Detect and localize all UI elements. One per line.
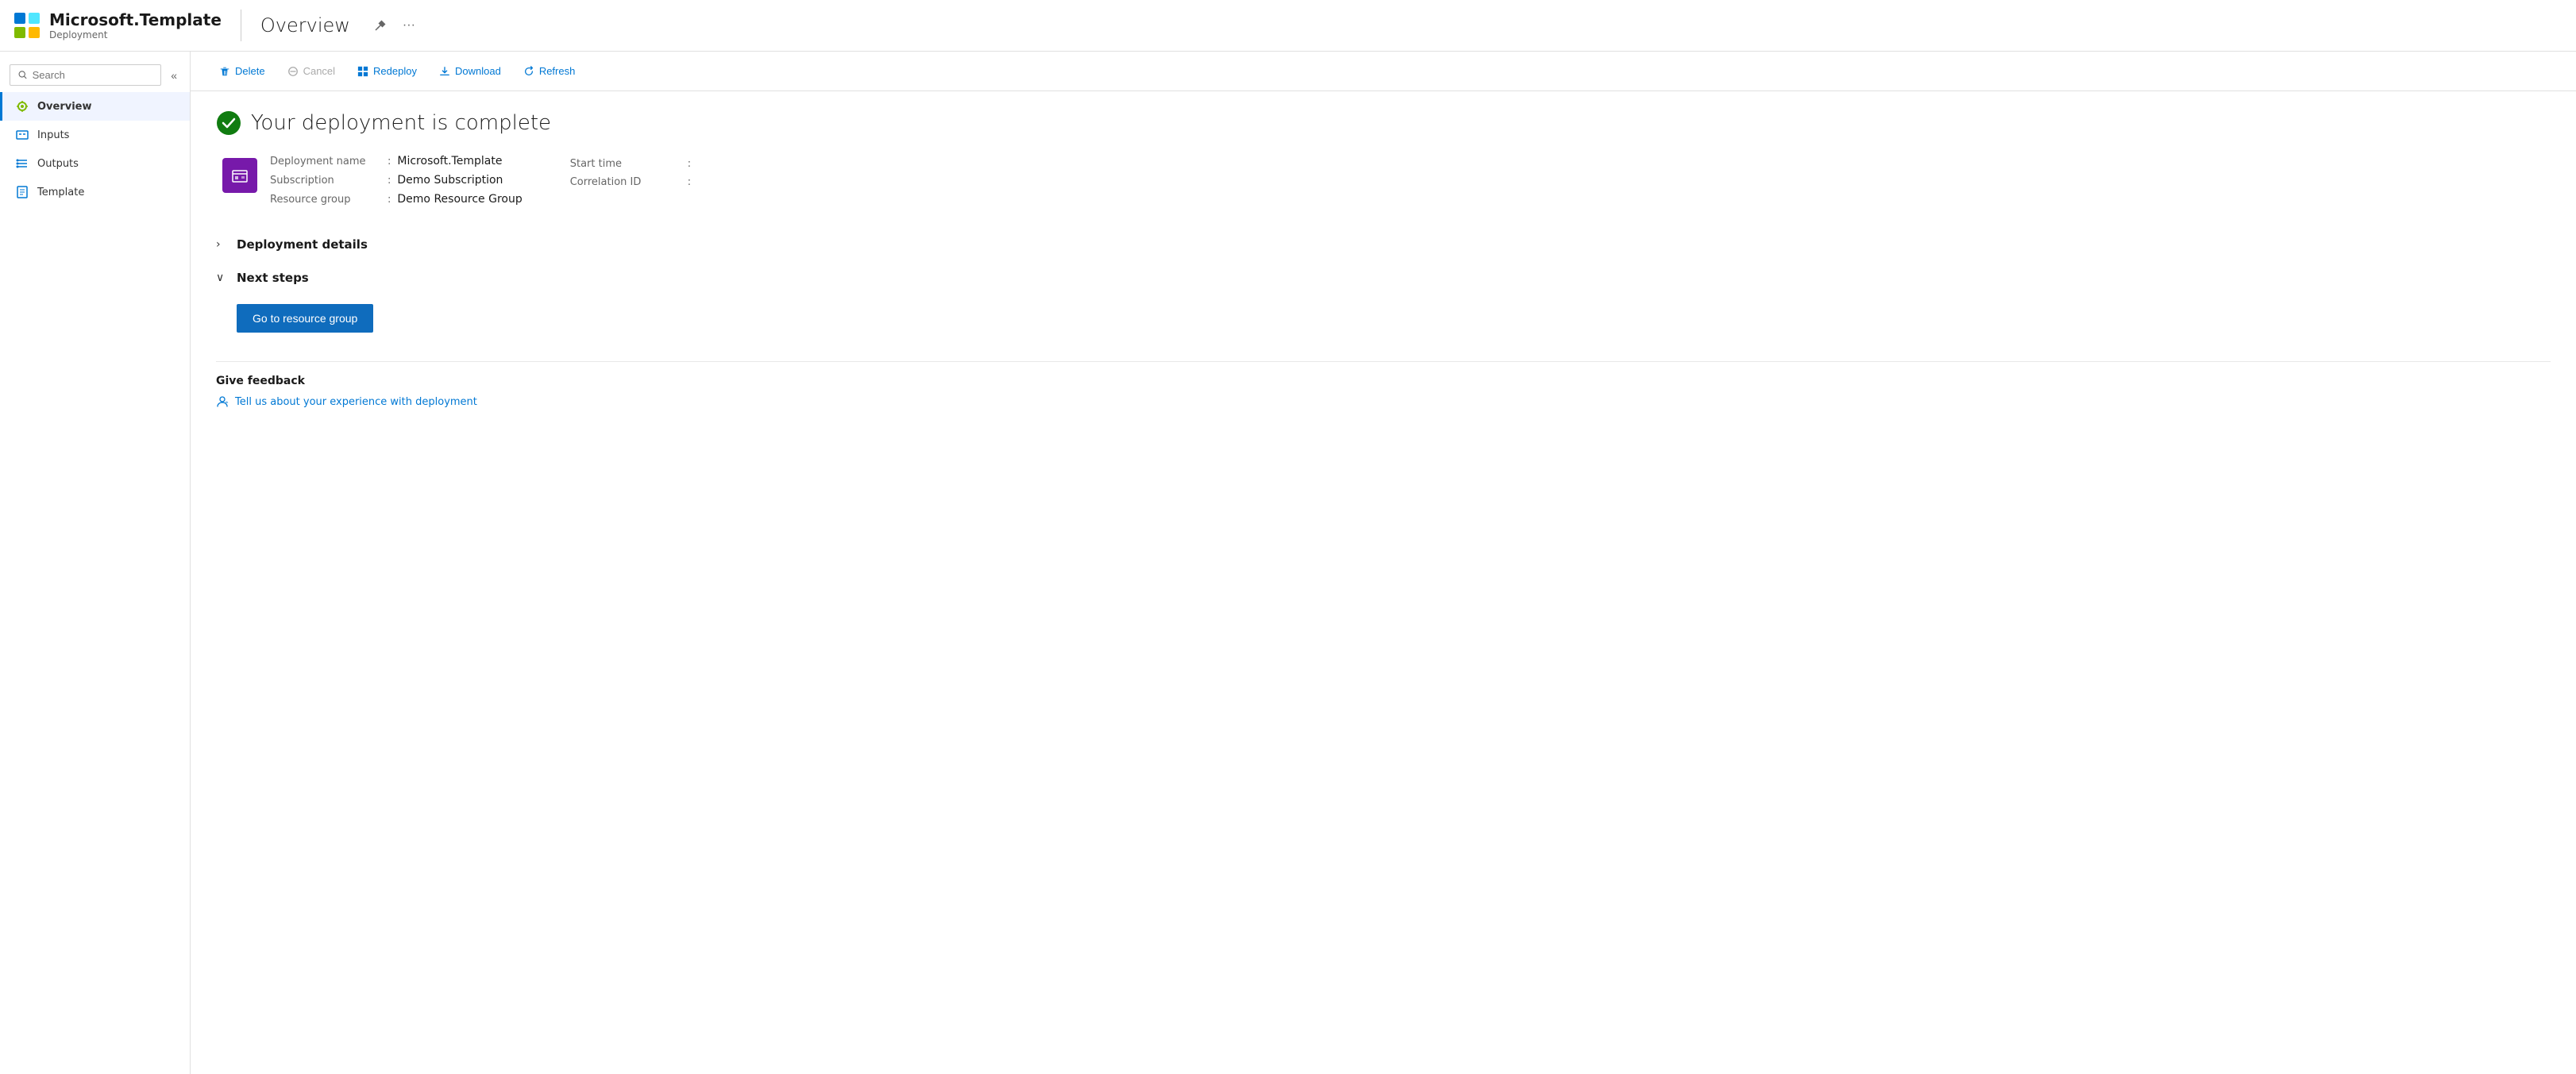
start-time-field: Start time : (570, 158, 697, 170)
sidebar-item-outputs-label: Outputs (37, 158, 79, 170)
cancel-label: Cancel (303, 65, 335, 77)
feedback-person-icon (216, 395, 229, 408)
cancel-button[interactable]: Cancel (278, 60, 345, 83)
delete-button[interactable]: Delete (210, 60, 275, 83)
success-icon (216, 110, 241, 136)
download-button[interactable]: Download (430, 60, 511, 83)
next-steps-title: Next steps (237, 271, 309, 285)
app-title: Microsoft.Template (49, 10, 222, 29)
feedback-title: Give feedback (216, 375, 2551, 387)
content-area: Delete Cancel Redepl (191, 52, 2576, 1074)
resource-group-label: Resource group (270, 194, 381, 206)
deployment-details-fields: Deployment name : Microsoft.Template Sub… (270, 155, 523, 206)
subscription-field: Subscription : Demo Subscription (270, 174, 523, 187)
success-title: Your deployment is complete (251, 111, 551, 135)
sidebar: « Overview (0, 52, 191, 1074)
correlation-id-field: Correlation ID : (570, 176, 697, 188)
next-steps-content: Go to resource group (216, 294, 2551, 345)
deployment-info-right: Start time : Correlation ID : (570, 155, 697, 206)
deployment-info-left: Deployment name : Microsoft.Template Sub… (222, 155, 523, 206)
main-layout: « Overview (0, 52, 2576, 1074)
overview-icon (15, 99, 29, 114)
sidebar-item-overview-label: Overview (37, 101, 92, 113)
deployment-details-section: › Deployment details (216, 228, 2551, 261)
go-to-resource-group-button[interactable]: Go to resource group (237, 304, 373, 333)
correlation-id-label: Correlation ID (570, 176, 681, 188)
template-icon (15, 185, 29, 199)
sidebar-item-template[interactable]: Template (0, 178, 190, 206)
search-input[interactable] (33, 69, 153, 81)
start-time-label: Start time (570, 158, 681, 170)
header-title-group: Microsoft.Template Deployment (49, 10, 222, 40)
sidebar-item-overview[interactable]: Overview (0, 92, 190, 121)
refresh-label: Refresh (539, 65, 576, 77)
header-actions: ··· (369, 15, 420, 36)
deployment-type-icon (222, 158, 257, 193)
redeploy-button[interactable]: Redeploy (348, 60, 426, 83)
deployment-details-header[interactable]: › Deployment details (216, 228, 2551, 261)
inputs-icon (15, 128, 29, 142)
deployment-details-title: Deployment details (237, 237, 368, 252)
feedback-link[interactable]: Tell us about your experience with deplo… (216, 395, 2551, 408)
download-icon (439, 66, 450, 77)
refresh-icon (523, 66, 534, 77)
deployment-details-chevron: › (216, 238, 229, 251)
next-steps-chevron: ∨ (216, 271, 229, 284)
feedback-link-text: Tell us about your experience with deplo… (235, 396, 477, 408)
subscription-value: Demo Subscription (397, 174, 503, 187)
sidebar-item-outputs[interactable]: Outputs (0, 149, 190, 178)
toolbar: Delete Cancel Redepl (191, 52, 2576, 91)
deployment-name-field: Deployment name : Microsoft.Template (270, 155, 523, 167)
page-title: Overview (260, 14, 350, 37)
pin-icon (374, 19, 387, 32)
collapse-sidebar-button[interactable]: « (168, 66, 180, 85)
next-steps-header[interactable]: ∨ Next steps (216, 261, 2551, 294)
next-steps-section: ∨ Next steps Go to resource group (216, 261, 2551, 345)
delete-icon (219, 66, 230, 77)
deployment-name-value: Microsoft.Template (397, 155, 502, 167)
redeploy-icon (357, 66, 368, 77)
resource-group-value: Demo Resource Group (397, 193, 522, 206)
sidebar-item-inputs[interactable]: Inputs (0, 121, 190, 149)
more-options-button[interactable]: ··· (398, 15, 420, 36)
download-label: Download (455, 65, 501, 77)
sidebar-item-template-label: Template (37, 187, 84, 198)
azure-logo-icon (13, 11, 41, 40)
deployment-info: Deployment name : Microsoft.Template Sub… (216, 155, 2551, 206)
cancel-icon (287, 66, 299, 77)
app-container: Microsoft.Template Deployment Overview ·… (0, 0, 2576, 1074)
outputs-icon (15, 156, 29, 171)
subscription-label: Subscription (270, 175, 381, 187)
success-banner: Your deployment is complete (216, 110, 2551, 136)
delete-label: Delete (235, 65, 265, 77)
header-logo: Microsoft.Template Deployment (13, 10, 222, 40)
more-icon: ··· (403, 18, 415, 33)
deployment-name-label: Deployment name (270, 156, 381, 167)
header: Microsoft.Template Deployment Overview ·… (0, 0, 2576, 52)
refresh-button[interactable]: Refresh (514, 60, 585, 83)
app-subtitle: Deployment (49, 29, 222, 40)
search-input-wrapper[interactable] (10, 64, 161, 86)
redeploy-label: Redeploy (373, 65, 417, 77)
feedback-section: Give feedback Tell us about your experie… (216, 361, 2551, 408)
resource-group-field: Resource group : Demo Resource Group (270, 193, 523, 206)
search-container: « (0, 58, 190, 92)
sidebar-item-inputs-label: Inputs (37, 129, 69, 141)
page-content: Your deployment is complete (191, 91, 2576, 427)
search-icon (18, 70, 28, 80)
pin-button[interactable] (369, 16, 391, 35)
